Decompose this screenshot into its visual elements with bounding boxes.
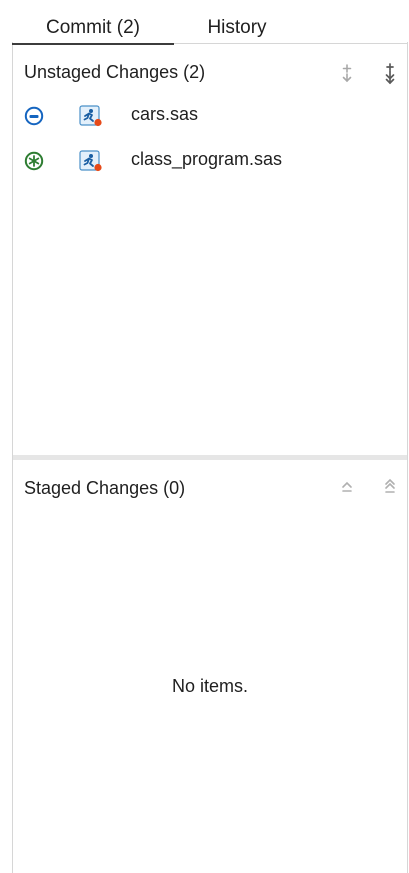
new-file-status-icon (24, 151, 44, 171)
unstaged-file-row[interactable]: cars.sas (22, 98, 402, 134)
unstaged-changes-header: Unstaged Changes (2) (24, 62, 206, 82)
sas-program-icon (79, 105, 103, 127)
unstaged-file-row[interactable]: class_program.sas (22, 143, 402, 179)
file-name: cars.sas (131, 104, 199, 124)
tab-history[interactable]: History (187, 0, 287, 44)
git-repository-panel: Commit (2) History Unstaged Changes (2) (0, 0, 409, 873)
staged-changes-header: Staged Changes (0) (24, 478, 186, 498)
file-name: class_program.sas (131, 149, 283, 169)
stage-all-icon[interactable] (379, 62, 401, 86)
tab-commit[interactable]: Commit (2) (12, 0, 174, 45)
panel-right-border (407, 42, 408, 873)
unstage-all-icon[interactable] (379, 476, 401, 500)
section-splitter[interactable] (13, 455, 407, 460)
tab-bar: Commit (2) History (12, 0, 408, 45)
sas-program-icon (79, 150, 103, 172)
stage-selected-icon[interactable] (336, 62, 358, 86)
unstage-selected-icon[interactable] (336, 476, 358, 500)
staged-empty-message: No items. (171, 676, 249, 696)
modified-status-icon (24, 106, 44, 126)
